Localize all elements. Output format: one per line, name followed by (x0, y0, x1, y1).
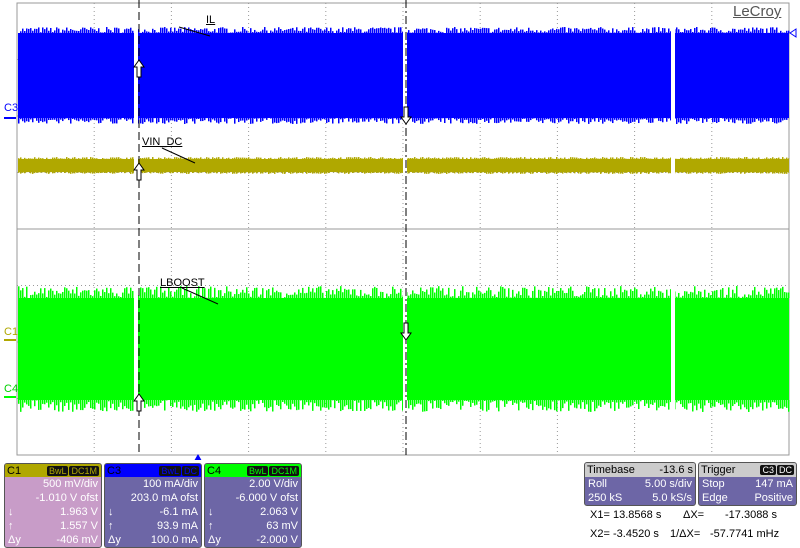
delta-value: -2.000 V (256, 533, 298, 547)
delta-value: -406 mV (56, 533, 98, 547)
coupling-badge: DC1M (269, 466, 299, 476)
trace-label-vin-dc: VIN_DC (142, 136, 182, 148)
cursor2-value: 63 mV (266, 519, 298, 533)
timebase-delay: -13.6 s (659, 464, 693, 476)
timebase-title: Timebase (587, 464, 635, 476)
channel-panel-c3[interactable]: C3 BwLDC 100 mA/div 203.0 mA ofst ↓ -6.1 m… (104, 463, 202, 548)
cursor-down-icon: ↓ (208, 505, 214, 519)
cursor-up-icon: ↑ (8, 519, 14, 533)
channel-id: C1 (7, 465, 21, 477)
cursor2-value: 93.9 mA (157, 519, 198, 533)
volts-per-div: 2.00 V/div (249, 477, 298, 491)
channel-panel-c1[interactable]: C1 BwLDC1M 500 mV/div -1.010 V ofst ↓ 1.96… (4, 463, 102, 548)
trigger-coupling-badge: DC (777, 465, 794, 475)
volts-per-div: 100 mA/div (143, 477, 198, 491)
timebase-mode: Roll (588, 477, 607, 491)
channel-id: C4 (207, 465, 221, 477)
cursor-dx-value: -17.3088 s (725, 509, 777, 521)
delta-label: Δy (208, 533, 221, 547)
delta-label: Δy (8, 533, 21, 547)
trace-label-lboost: LBOOST (160, 277, 205, 289)
cursor-x1-value: 13.8568 s (613, 509, 661, 521)
c4-ground-marker (4, 396, 16, 398)
trigger-source-badge: C3 (760, 465, 776, 475)
channel-id: C3 (107, 465, 121, 477)
waveform-display[interactable] (0, 0, 800, 460)
cursor-x2-label: X2= (590, 528, 610, 540)
delta-label: Δy (108, 533, 121, 547)
coupling-badge: DC (182, 466, 199, 476)
trigger-type: Edge (702, 491, 728, 505)
offset: -1.010 V ofst (36, 491, 98, 505)
cursor-x1-label: X1= (590, 509, 610, 521)
offset: 203.0 mA ofst (131, 491, 198, 505)
coupling-badge: BwL (247, 466, 269, 476)
volts-per-div: 500 mV/div (43, 477, 98, 491)
trigger-level: 147 mA (755, 477, 793, 491)
cursor-x2-value: -3.4520 s (613, 528, 659, 540)
cursor1-value: 1.963 V (60, 505, 98, 519)
trigger-title: Trigger (701, 464, 735, 476)
trigger-panel[interactable]: Trigger C3DC Stop 147 mA Edge Positive (698, 462, 797, 506)
cursor-down-icon: ↓ (8, 505, 14, 519)
timebase-panel[interactable]: Timebase -13.6 s Roll 5.00 s/div 250 kS 5.0… (584, 462, 696, 506)
offset: -6.000 V ofst (236, 491, 298, 505)
cursor-up-icon: ↑ (208, 519, 214, 533)
timebase-samples: 250 kS (588, 491, 622, 505)
trigger-slope: Positive (754, 491, 793, 505)
c3-channel-label: C3 (4, 102, 18, 114)
cursor-down-icon: ↓ (108, 505, 114, 519)
trace-label-il: IL (206, 14, 215, 26)
trigger-level-marker-icon (790, 29, 796, 37)
trigger-state: Stop (702, 477, 725, 491)
cursor2-value: 1.557 V (60, 519, 98, 533)
c1-channel-label: C1 (4, 326, 18, 338)
c4-channel-label: C4 (4, 383, 18, 395)
timebase-rate: 5.0 kS/s (652, 491, 692, 505)
cursor-inv-dx-label: 1/ΔX= (670, 528, 700, 540)
cursor1-value: 2.063 V (260, 505, 298, 519)
timebase-tdiv: 5.00 s/div (645, 477, 692, 491)
cursor-dx-label: ΔX= (683, 509, 704, 521)
c1-ground-marker (4, 339, 16, 341)
waveforms (18, 25, 790, 414)
channel-panel-c4[interactable]: C4 BwLDC1M 2.00 V/div -6.000 V ofst ↓ 2.06… (204, 463, 302, 548)
c3-ground-marker (4, 117, 16, 119)
lecroy-logo: LeCroy (733, 3, 781, 20)
coupling-badge: BwL (159, 466, 181, 476)
cursor-inv-dx-value: -57.7741 mHz (710, 528, 779, 540)
coupling-badge: DC1M (69, 466, 99, 476)
cursor1-value: -6.1 mA (159, 505, 198, 519)
coupling-badge: BwL (47, 466, 69, 476)
cursor-up-icon: ↑ (108, 519, 114, 533)
trace-c4-lboost (18, 284, 790, 414)
delta-value: 100.0 mA (151, 533, 198, 547)
